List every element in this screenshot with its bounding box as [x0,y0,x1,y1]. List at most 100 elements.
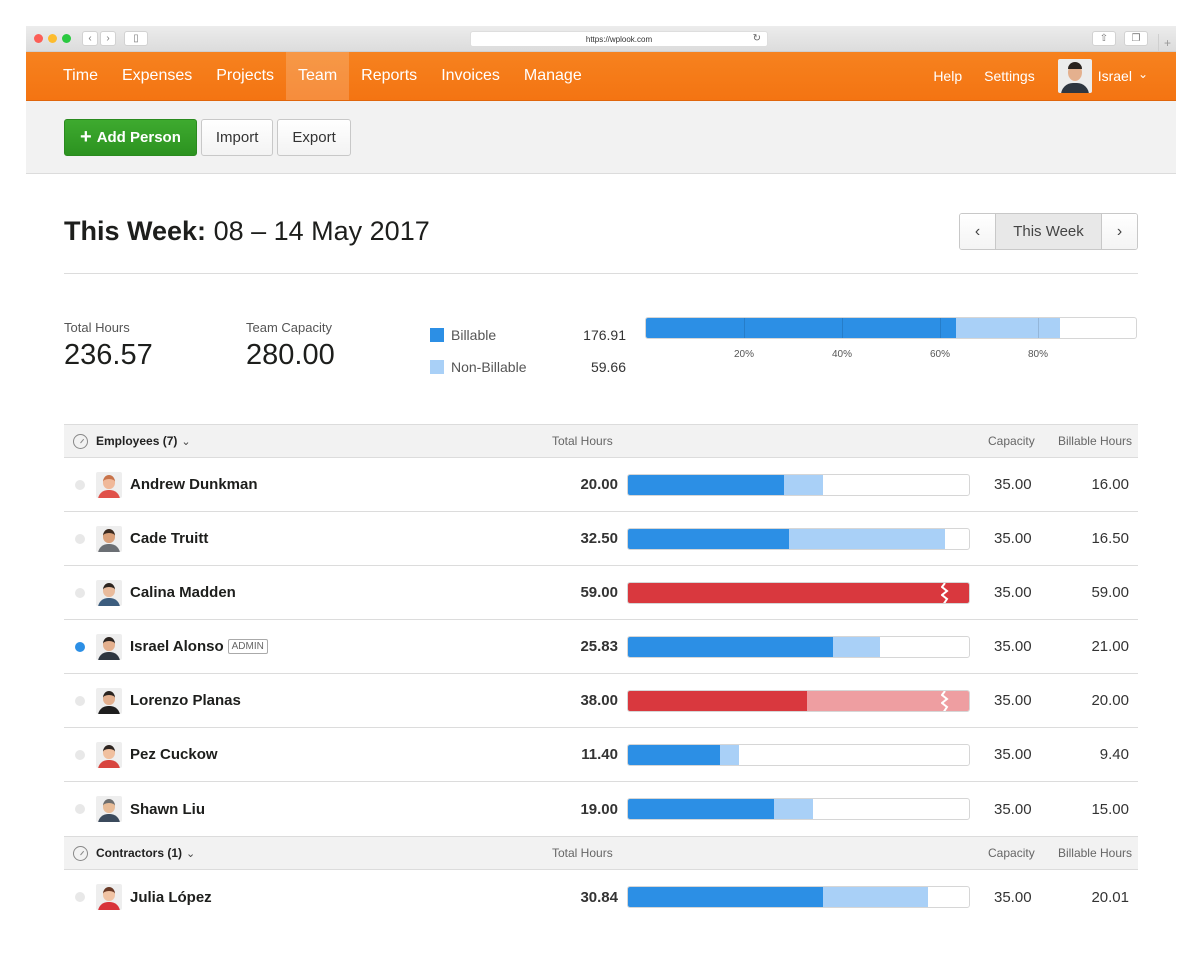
minimize-window-button[interactable] [48,34,57,43]
export-button[interactable]: Export [277,118,351,156]
person-name[interactable]: Calina Madden [130,584,236,601]
person-name-text: Cade Truitt [130,530,209,547]
chevron-down-icon: ⌄ [1137,67,1148,81]
tick-line [940,318,941,338]
admin-badge: ADMIN [227,639,268,654]
tick-label: 40% [831,349,853,360]
chevron-down-icon[interactable]: ⌄ [181,435,190,448]
table-row[interactable]: Israel Alonso ADMIN 25.83 35.00 21.00 [64,620,1138,674]
person-name[interactable]: Andrew Dunkman [130,476,258,493]
share-icon[interactable]: ⇧ [1092,31,1116,46]
nonbillable-segment [719,744,740,765]
capacity: 35.00 [994,638,1032,655]
nav-settings[interactable]: Settings [973,68,1046,84]
add-person-button[interactable]: + Add Person [64,118,197,156]
billable-over-segment [628,582,969,603]
table-row[interactable]: Andrew Dunkman 20.00 35.00 16.00 [64,458,1138,512]
avatar [1057,59,1092,93]
nav-projects[interactable]: Projects [204,52,286,100]
nonbillable-label: Non-Billable [451,359,527,375]
nav-help[interactable]: Help [922,68,973,84]
address-bar[interactable]: https://wplook.com ↻ [470,31,768,47]
table-row[interactable]: Cade Truitt 32.50 35.00 16.50 [64,512,1138,566]
person-name[interactable]: Israel Alonso ADMIN [130,638,268,655]
chevron-down-icon[interactable]: ⌄ [186,847,195,860]
nav-reports[interactable]: Reports [349,52,429,100]
nav-invoices[interactable]: Invoices [429,52,512,100]
reload-icon[interactable]: ↻ [753,33,761,44]
status-dot [75,749,85,760]
billable-hours: 59.00 [1091,584,1129,601]
sidebar-icon[interactable]: ▯ [124,31,148,46]
billable-hours: 9.40 [1099,746,1129,763]
nonbillable-segment [832,636,880,657]
chevron-left-icon[interactable]: ‹ [82,31,98,46]
browser-window: ‹ › ▯ https://wplook.com ↻ ⇧ ❐ + Time Exp… [26,26,1176,957]
plus-icon[interactable]: + [1158,34,1176,52]
avatar [96,633,122,660]
zoom-window-button[interactable] [62,34,71,43]
column-capacity[interactable]: Capacity [988,434,1035,448]
capacity: 35.00 [994,746,1032,763]
column-total-hours[interactable]: Total Hours [552,846,613,860]
capacity: 35.00 [994,530,1032,547]
nav-manage[interactable]: Manage [512,52,594,100]
tick-label: 80% [1027,349,1049,360]
person-name[interactable]: Julia López [130,889,212,906]
total-hours: 30.84 [580,888,618,906]
table-row[interactable]: Lorenzo Planas 38.00 35.00 20.00 [64,674,1138,728]
close-window-button[interactable] [34,34,43,43]
billable-hours: 21.00 [1091,638,1129,655]
person-name[interactable]: Pez Cuckow [130,746,218,763]
this-week-button[interactable]: This Week [995,214,1102,249]
avatar [96,579,122,606]
table-row[interactable]: Shawn Liu 19.00 35.00 15.00 [64,782,1138,836]
avatar [96,525,122,552]
billable-segment [628,636,833,657]
column-billable-hours[interactable]: Billable Hours [1058,434,1132,448]
person-name[interactable]: Lorenzo Planas [130,692,241,709]
hours-bar [627,581,970,604]
people-list: Andrew Dunkman 20.00 35.00 16.00 Cade Truitt… [64,458,1138,836]
overflow-break-icon [941,582,949,603]
next-week-button[interactable]: › [1102,214,1137,249]
column-capacity[interactable]: Capacity [988,846,1035,860]
team-capacity-value: 280.00 [246,339,335,371]
action-toolbar: + Add Person Import Export [26,101,1176,174]
tabs-icon[interactable]: ❐ [1124,31,1148,46]
total-hours-label: Total Hours [64,320,130,335]
nonbillable-segment [788,528,945,549]
group-title: Contractors (1) [96,846,183,860]
total-hours: 32.50 [580,530,618,547]
total-hours: 25.83 [580,638,618,655]
nav-time[interactable]: Time [51,52,110,100]
hours-bar [627,473,970,496]
tick-line [842,318,843,338]
user-menu[interactable]: Israel ⌄ [1057,59,1148,93]
browser-chrome: ‹ › ▯ https://wplook.com ↻ ⇧ ❐ + [26,26,1176,52]
billable-over-segment [628,690,808,711]
table-row[interactable]: Pez Cuckow 11.40 35.00 9.40 [64,728,1138,782]
group-title: Employees (7) [96,434,178,448]
import-button[interactable]: Import [200,118,274,156]
previous-week-button[interactable]: ‹ [960,214,995,249]
column-billable-hours[interactable]: Billable Hours [1058,846,1132,860]
group-header[interactable]: Employees (7) ⌄ Total Hours Capacity Billabl… [64,424,1138,458]
table-row[interactable]: Julia López 30.84 35.00 20.01 [64,870,1138,924]
table-row[interactable]: Calina Madden 59.00 35.00 59.00 [64,566,1138,620]
column-total-hours[interactable]: Total Hours [552,434,613,448]
person-name[interactable]: Cade Truitt [130,530,208,547]
nonbillable-swatch [430,360,444,374]
week-range: 08 – 14 May 2017 [213,216,430,246]
tick-line [744,318,745,338]
chevron-right-icon[interactable]: › [100,31,116,46]
status-dot [75,695,85,706]
person-name[interactable]: Shawn Liu [130,801,205,818]
nav-expenses[interactable]: Expenses [110,52,204,100]
legend-billable: Billable [430,319,526,351]
nav-team[interactable]: Team [286,52,350,100]
group-header[interactable]: Contractors (1) ⌄ Total Hours Capacity Billa… [64,836,1138,870]
billable-segment [646,318,956,338]
billable-hours: 16.50 [1091,530,1129,547]
billable-label: Billable [451,327,497,343]
